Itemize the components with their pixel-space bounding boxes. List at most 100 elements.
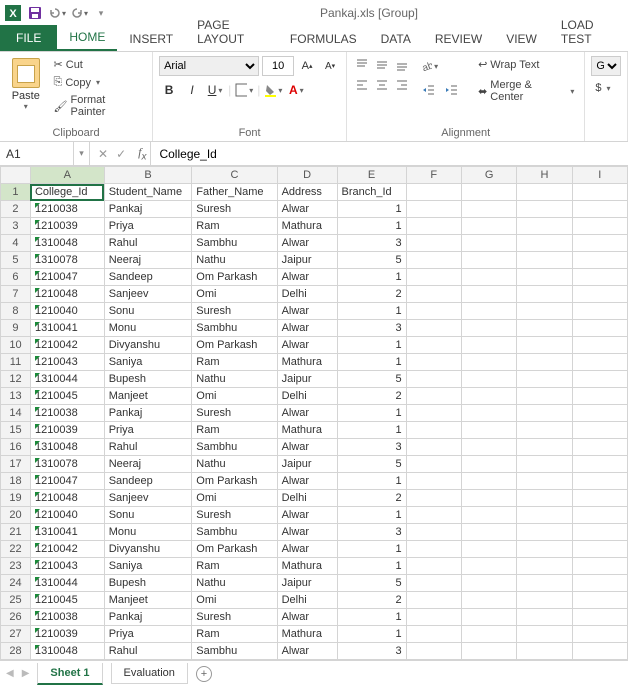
cell[interactable]: Sambhu (192, 524, 277, 541)
align-center-icon[interactable] (373, 76, 391, 94)
cell[interactable]: Ram (192, 218, 277, 235)
cell[interactable] (517, 524, 572, 541)
cell[interactable] (572, 320, 627, 337)
cell[interactable] (572, 541, 627, 558)
cell[interactable]: Pankaj (104, 609, 192, 626)
cell[interactable] (461, 626, 516, 643)
cell[interactable]: 1310078 (30, 456, 104, 473)
cell[interactable] (406, 473, 461, 490)
new-sheet-button[interactable]: + (196, 666, 212, 682)
cell[interactable] (461, 269, 516, 286)
row-header[interactable]: 4 (1, 235, 31, 252)
cell[interactable]: Rahul (104, 643, 192, 660)
cell[interactable]: 1310048 (30, 643, 104, 660)
save-icon[interactable] (26, 4, 44, 22)
wrap-text-button[interactable]: ↩Wrap Text (474, 56, 578, 73)
cell[interactable] (517, 201, 572, 218)
cell[interactable] (517, 371, 572, 388)
cell[interactable]: Suresh (192, 201, 277, 218)
row-header[interactable]: 9 (1, 320, 31, 337)
cell[interactable] (572, 201, 627, 218)
cell[interactable] (461, 371, 516, 388)
cell[interactable] (461, 354, 516, 371)
fill-color-button[interactable] (263, 80, 283, 100)
cell[interactable]: Manjeet (104, 388, 192, 405)
cell[interactable] (572, 609, 627, 626)
cell[interactable]: 1210048 (30, 490, 104, 507)
row-header[interactable]: 20 (1, 507, 31, 524)
tab-review[interactable]: REVIEW (423, 26, 494, 51)
cell[interactable] (572, 558, 627, 575)
cell[interactable]: Suresh (192, 609, 277, 626)
col-header-D[interactable]: D (277, 167, 337, 184)
col-header-G[interactable]: G (461, 167, 516, 184)
cell[interactable]: Delhi (277, 592, 337, 609)
cell[interactable]: Mathura (277, 354, 337, 371)
row-header[interactable]: 15 (1, 422, 31, 439)
cell[interactable] (461, 235, 516, 252)
cell[interactable] (461, 184, 516, 201)
align-top-icon[interactable] (353, 56, 371, 74)
cell[interactable] (461, 405, 516, 422)
cell[interactable]: Neeraj (104, 252, 192, 269)
tab-file[interactable]: FILE (0, 25, 57, 51)
cell[interactable] (406, 575, 461, 592)
cell[interactable]: 1310048 (30, 235, 104, 252)
cell[interactable] (572, 524, 627, 541)
cell[interactable] (406, 507, 461, 524)
cell[interactable]: 1 (337, 558, 406, 575)
cell[interactable]: Nathu (192, 252, 277, 269)
cell[interactable]: Monu (104, 524, 192, 541)
increase-font-icon[interactable]: A▴ (297, 56, 317, 76)
cell[interactable]: Nathu (192, 371, 277, 388)
cell[interactable] (572, 218, 627, 235)
cell[interactable] (517, 541, 572, 558)
cell[interactable] (406, 371, 461, 388)
cell[interactable] (461, 320, 516, 337)
cell[interactable]: Omi (192, 490, 277, 507)
cell[interactable]: 1 (337, 269, 406, 286)
cell[interactable] (572, 490, 627, 507)
cell[interactable]: Ram (192, 354, 277, 371)
cell[interactable] (572, 626, 627, 643)
cell[interactable] (572, 371, 627, 388)
cell[interactable]: Om Parkash (192, 269, 277, 286)
cell[interactable]: Monu (104, 320, 192, 337)
cell[interactable]: Sanjeev (104, 286, 192, 303)
cell[interactable]: Alwar (277, 473, 337, 490)
worksheet-grid[interactable]: ABCDEFGHI 1College_IdStudent_NameFather_… (0, 166, 628, 660)
row-header[interactable]: 28 (1, 643, 31, 660)
row-header[interactable]: 22 (1, 541, 31, 558)
cell[interactable] (406, 558, 461, 575)
cell[interactable] (517, 490, 572, 507)
cell[interactable]: Divyanshu (104, 337, 192, 354)
cell[interactable]: Delhi (277, 490, 337, 507)
cell[interactable] (517, 456, 572, 473)
decrease-font-icon[interactable]: A▾ (320, 56, 340, 76)
cell[interactable] (406, 405, 461, 422)
cell[interactable]: Mathura (277, 558, 337, 575)
cell[interactable] (406, 456, 461, 473)
cell[interactable]: College_Id (30, 184, 104, 201)
cell[interactable]: 1210040 (30, 303, 104, 320)
cell[interactable] (461, 218, 516, 235)
cell[interactable]: Ram (192, 626, 277, 643)
cell[interactable] (406, 609, 461, 626)
cell[interactable]: 1210040 (30, 507, 104, 524)
cell[interactable]: Suresh (192, 507, 277, 524)
cell[interactable]: Jaipur (277, 456, 337, 473)
cell[interactable]: Alwar (277, 269, 337, 286)
cell[interactable]: 1310041 (30, 320, 104, 337)
col-header-E[interactable]: E (337, 167, 406, 184)
cell[interactable]: 1210045 (30, 388, 104, 405)
cell[interactable]: Priya (104, 626, 192, 643)
cell[interactable] (461, 337, 516, 354)
bold-button[interactable]: B (159, 80, 179, 100)
cell[interactable] (517, 303, 572, 320)
col-header-I[interactable]: I (572, 167, 627, 184)
cell[interactable]: 1210042 (30, 541, 104, 558)
name-box[interactable]: A1 (0, 142, 74, 165)
tab-insert[interactable]: INSERT (117, 26, 185, 51)
cell[interactable] (517, 473, 572, 490)
cell[interactable] (461, 609, 516, 626)
